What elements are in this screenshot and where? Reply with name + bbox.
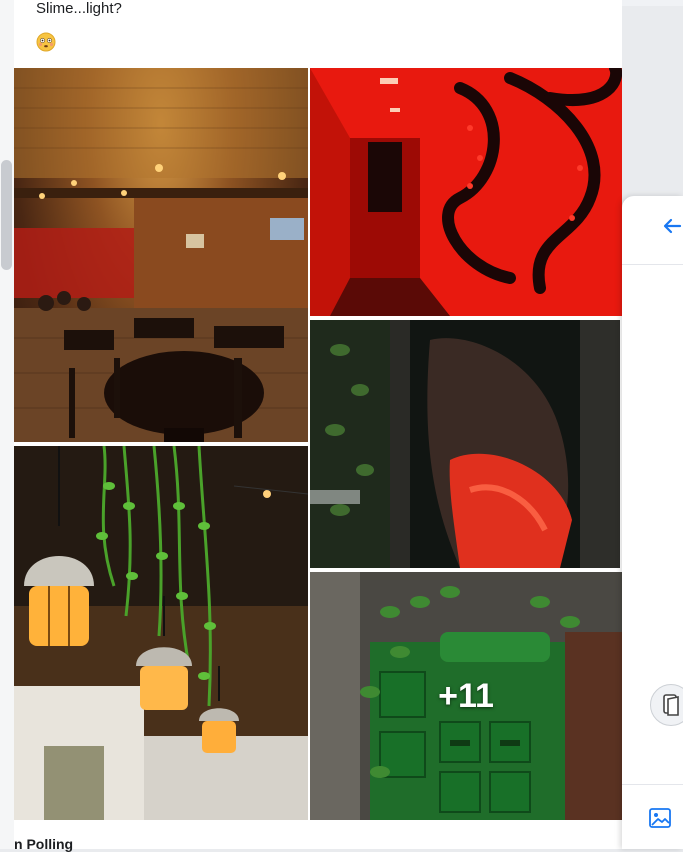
scrollbar-thumb[interactable] xyxy=(1,160,12,270)
side-panel xyxy=(622,196,683,849)
restaurant-interior-photo[interactable] xyxy=(14,68,308,442)
panel-divider xyxy=(622,264,683,265)
document-icon[interactable] xyxy=(650,684,683,726)
flushed-face-emoji-icon xyxy=(36,32,56,52)
arrow-left-icon[interactable] xyxy=(662,216,682,236)
next-post-author[interactable]: n Polling xyxy=(14,836,73,852)
post-text: Slime...light? xyxy=(36,0,122,17)
panel-divider xyxy=(622,784,683,785)
hanging-lanterns-photo[interactable] xyxy=(14,446,308,820)
photo-icon[interactable] xyxy=(648,806,672,830)
more-photos-count: +11 xyxy=(438,676,494,715)
red-cloak-figure-photo[interactable] xyxy=(310,320,620,568)
left-scroll-rail xyxy=(0,0,14,849)
more-photos-overlay[interactable]: +11 xyxy=(310,572,622,820)
red-octopus-hallway-photo[interactable] xyxy=(310,68,622,316)
post-card: Slime...light? +11 n Polling xyxy=(14,0,622,852)
